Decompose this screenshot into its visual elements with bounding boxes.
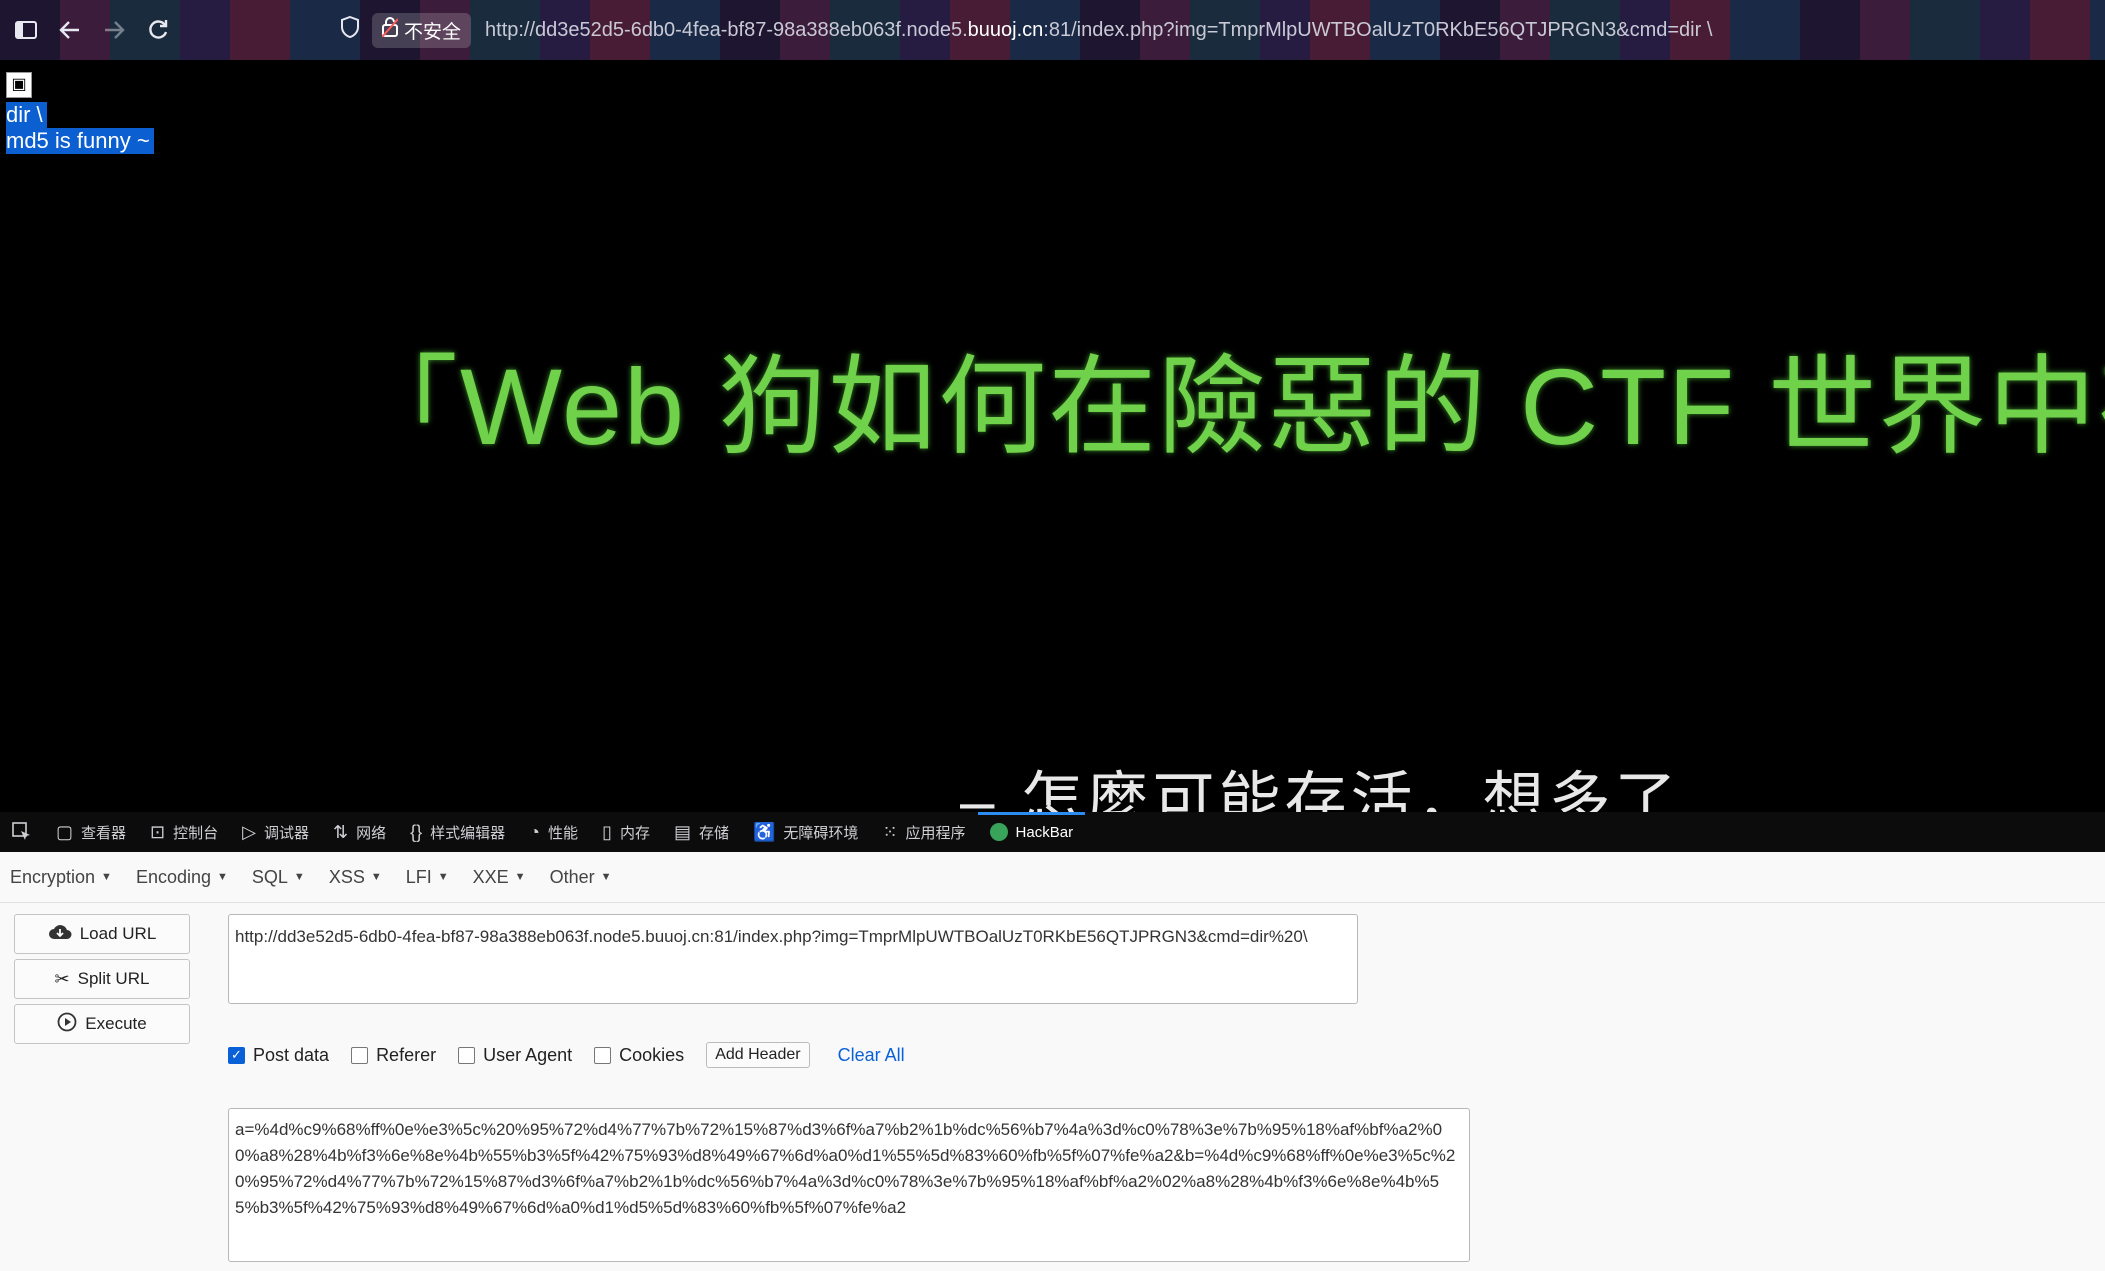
element-picker-icon[interactable] <box>0 812 44 852</box>
insecure-lock-icon <box>381 17 399 43</box>
tab-console[interactable]: ⊡ 控制台 <box>138 812 230 852</box>
subline-dash: – <box>960 767 999 812</box>
chevron-down-icon: ▼ <box>370 871 382 883</box>
url-input[interactable]: http://dd3e52d5-6db0-4fea-bf87-98a388eb0… <box>228 914 1358 1004</box>
menu-xss[interactable]: XSS ▼ <box>329 867 382 888</box>
memory-icon: ▯ <box>602 821 612 842</box>
performance-icon: ◔ <box>529 821 541 842</box>
post-data-checkbox[interactable]: ✓ <box>228 1046 245 1064</box>
chevron-down-icon: ▼ <box>600 871 612 883</box>
hackbar-panel: Encryption ▼ Encoding ▼ SQL ▼ XSS ▼ LFI ▼ XXE… <box>0 852 2105 1271</box>
user-agent-checkbox[interactable] <box>458 1046 476 1064</box>
chevron-down-icon: ▼ <box>437 871 449 883</box>
devtools-tabbar: ▢ 查看器 ⊡ 控制台 ▷ 调试器 ⇅ 网络 {} 样式编辑器 ◔ 性能 ▯ 内存 ▤ 存储 ♿… <box>0 812 2105 852</box>
url-suffix: :81/index.php?img=TmprMlpUWTBOalUzT0RKbE… <box>1043 18 1713 41</box>
menu-lfi[interactable]: LFI ▼ <box>406 867 449 888</box>
tab-memory[interactable]: ▯ 内存 <box>590 812 662 852</box>
back-icon[interactable] <box>48 8 92 52</box>
tab-debugger[interactable]: ▷ 调试器 <box>230 812 321 852</box>
browser-toolbar: 不安全 http://dd3e52d5-6db0-4fea-bf87-98a38… <box>0 0 2105 60</box>
debugger-icon: ▷ <box>242 821 256 842</box>
output-line-2: md5 is funny ~ <box>6 128 154 154</box>
forward-icon[interactable] <box>92 8 136 52</box>
menu-xxe[interactable]: XXE ▼ <box>473 867 526 888</box>
chevron-down-icon: ▼ <box>293 871 305 883</box>
menu-encoding[interactable]: Encoding ▼ <box>136 867 228 888</box>
url-prefix: http://dd3e52d5-6db0-4fea-bf87-98a388eb0… <box>485 18 968 41</box>
post-data-option[interactable]: ✓ Post data <box>228 1045 329 1066</box>
menu-encryption[interactable]: Encryption ▼ <box>10 867 112 888</box>
cookies-checkbox[interactable] <box>594 1046 612 1064</box>
post-data-input[interactable]: a=%4d%c9%68%ff%0e%e3%5c%20%95%72%d4%77%7… <box>228 1108 1470 1262</box>
hackbar-menu: Encryption ▼ Encoding ▼ SQL ▼ XSS ▼ LFI ▼ XXE… <box>0 852 2105 903</box>
broken-image-icon: ▣ <box>6 72 32 98</box>
network-icon: ⇅ <box>333 821 349 842</box>
play-icon <box>57 1012 77 1037</box>
style-editor-icon: {} <box>410 821 423 842</box>
menu-sql[interactable]: SQL ▼ <box>252 867 305 888</box>
chevron-down-icon: ▼ <box>217 871 228 883</box>
page-content: ▣ dir \ md5 is funny ~ 「Web 狗如何在險惡的 CTF … <box>0 60 2105 812</box>
tracking-shield-icon[interactable] <box>340 15 360 44</box>
cloud-download-icon <box>48 923 72 946</box>
url-domain: buuoj.cn <box>967 18 1044 41</box>
tab-performance[interactable]: ◔ 性能 <box>517 812 590 852</box>
page-headline: 「Web 狗如何在險惡的 CTF 世界中存活「 <box>350 346 2105 467</box>
tab-network[interactable]: ⇅ 网络 <box>321 812 398 852</box>
tab-storage[interactable]: ▤ 存储 <box>662 812 741 852</box>
referer-checkbox[interactable] <box>351 1046 369 1064</box>
address-bar[interactable]: 不安全 http://dd3e52d5-6db0-4fea-bf87-98a38… <box>340 8 2105 52</box>
execute-button[interactable]: Execute <box>14 1004 190 1044</box>
referer-option[interactable]: Referer <box>351 1045 436 1066</box>
tab-hackbar[interactable]: HackBar <box>977 812 1086 852</box>
add-header-button[interactable]: Add Header <box>706 1042 810 1068</box>
request-options: ✓ Post data Referer User Agent Cookies Ad… <box>228 1042 905 1068</box>
output-line-1: dir \ <box>6 102 47 128</box>
storage-icon: ▤ <box>673 821 691 842</box>
application-icon: ⁙ <box>882 821 898 842</box>
insecure-indicator[interactable]: 不安全 <box>372 12 472 48</box>
hackbar-icon <box>989 823 1008 841</box>
subline-text: 怎麼可能存活，想多了 <box>1020 767 1681 812</box>
tab-style-editor[interactable]: {} 样式编辑器 <box>398 812 517 852</box>
tab-application[interactable]: ⁙ 应用程序 <box>870 812 977 852</box>
load-url-button[interactable]: Load URL <box>14 914 190 954</box>
scissors-icon: ✂ <box>54 968 70 989</box>
menu-other[interactable]: Other ▼ <box>550 867 612 888</box>
tab-accessibility[interactable]: ♿ 无障碍环境 <box>741 812 870 852</box>
split-url-button[interactable]: ✂ Split URL <box>14 959 190 999</box>
user-agent-option[interactable]: User Agent <box>458 1045 572 1066</box>
reload-icon[interactable] <box>136 8 180 52</box>
chevron-down-icon: ▼ <box>514 871 526 883</box>
page-subline: – 怎麼可能存活，想多了 <box>960 750 1681 812</box>
console-icon: ⊡ <box>150 821 166 842</box>
clear-all-link[interactable]: Clear All <box>838 1045 905 1066</box>
chevron-down-icon: ▼ <box>101 871 112 883</box>
sidebar-toggle-icon[interactable] <box>4 8 48 52</box>
tab-inspector[interactable]: ▢ 查看器 <box>44 812 138 852</box>
inspector-icon: ▢ <box>56 821 74 842</box>
accessibility-icon: ♿ <box>753 821 776 842</box>
insecure-label: 不安全 <box>404 21 462 43</box>
cookies-option[interactable]: Cookies <box>594 1045 684 1066</box>
